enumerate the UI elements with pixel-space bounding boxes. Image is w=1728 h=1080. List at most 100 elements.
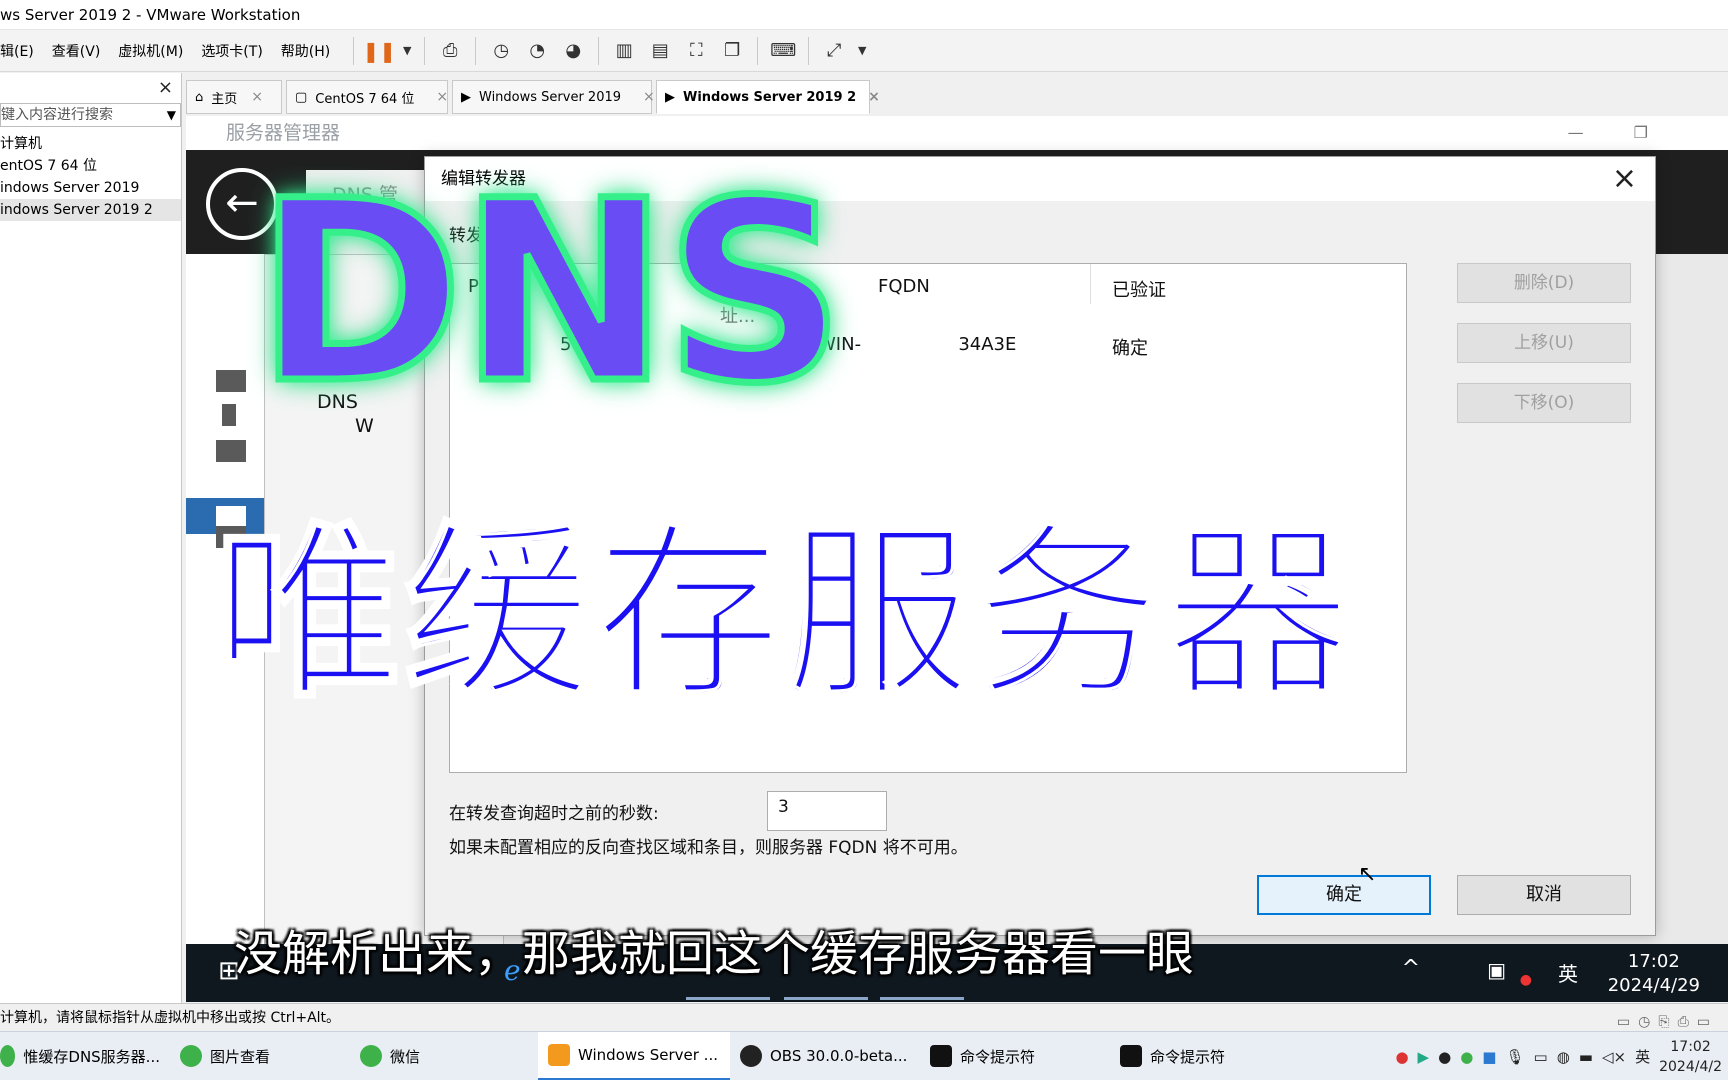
chevron-down-icon[interactable]: ▼: [400, 36, 414, 66]
task-label: 命令提示符: [960, 1047, 1036, 1066]
stretch-icon[interactable]: ⤢: [819, 36, 849, 66]
play-tray-icon[interactable]: ▶: [1418, 1048, 1430, 1066]
menu-vm[interactable]: 虚拟机(M): [109, 41, 192, 61]
thumbnail-view-icon[interactable]: ▤: [645, 36, 675, 66]
toolbar-separator: [353, 36, 355, 65]
snapshot-manager-icon[interactable]: ◕: [558, 36, 588, 66]
library-item-winserver-2019-2[interactable]: indows Server 2019 2: [0, 199, 181, 221]
overlay-cache-server-title: 唯缓存服务器: [213, 505, 1354, 724]
toolbar-separator: [757, 36, 759, 65]
battery-icon[interactable]: ▬: [1579, 1048, 1593, 1066]
globe-icon[interactable]: ◍: [1557, 1048, 1570, 1066]
close-icon[interactable]: ×: [158, 77, 173, 98]
chevron-down-icon[interactable]: ▼: [855, 36, 869, 66]
screen: ws Server 2019 2 - VMware Workstation 辑(…: [0, 0, 1728, 1080]
tab-home[interactable]: ⌂ 主页 ×: [186, 80, 282, 114]
network-icon[interactable]: ▣: [1487, 958, 1506, 982]
pause-icon[interactable]: ❚❚: [363, 36, 397, 66]
search-placeholder: 键入内容进行搜索: [1, 107, 113, 123]
library-item-winserver-2019[interactable]: indows Server 2019: [0, 177, 181, 199]
vm-running-icon: ▶: [461, 89, 471, 105]
mic-icon[interactable]: 🎙: [1505, 1048, 1524, 1066]
column-fqdn[interactable]: FQDN: [878, 276, 930, 297]
toolbar: ❚❚ ▼ ⎙ ◷ ◔ ◕ ▥ ▤ ⛶ ❐ ⌨ ⤢ ▼: [349, 36, 869, 66]
tab-centos[interactable]: ▢ CentOS 7 64 位 ×: [286, 80, 448, 114]
library-item-my-computer[interactable]: 计算机: [0, 133, 181, 155]
host-time: 17:02: [1670, 1038, 1711, 1055]
console-icon[interactable]: ⌨: [768, 36, 798, 66]
browser-icon: [0, 1045, 16, 1067]
menu-edit[interactable]: 辑(E): [0, 41, 43, 61]
video-subtitle: 没解析出来，那我就回这个缓存服务器看一眼: [234, 926, 1195, 982]
dashboard-icon[interactable]: [216, 370, 246, 392]
menu-view[interactable]: 查看(V): [43, 41, 110, 61]
library-item-centos[interactable]: entOS 7 64 位: [0, 155, 181, 177]
column-verified[interactable]: 已验证: [1112, 276, 1166, 302]
user-tray-icon[interactable]: ●: [1438, 1048, 1451, 1066]
speaker-muted-icon[interactable]: ◁×: [1602, 1048, 1626, 1066]
row-fqdn[interactable]: WIN- 34A3E: [818, 334, 1016, 355]
tab-label: 主页: [211, 91, 238, 107]
close-icon[interactable]: ×: [251, 89, 263, 105]
library-view-icon[interactable]: ▥: [609, 36, 639, 66]
unity-icon[interactable]: ❐: [717, 36, 747, 66]
menu-help[interactable]: 帮助(H): [272, 41, 339, 61]
column-separator: [1090, 264, 1091, 304]
all-servers-icon[interactable]: [216, 440, 246, 462]
local-server-icon[interactable]: [222, 404, 236, 426]
toolbar-separator: [808, 36, 810, 65]
host-taskbar: 惟缓存DNS服务器... 图片查看 微信 Windows Server ... …: [0, 1031, 1728, 1080]
display-icon[interactable]: ▭: [1534, 1048, 1548, 1066]
host-lang-indicator[interactable]: 英: [1635, 1046, 1650, 1067]
snapshot-revert-icon[interactable]: ◔: [522, 36, 552, 66]
move-up-button[interactable]: 上移(U): [1457, 323, 1631, 363]
task-label: 惟缓存DNS服务器...: [23, 1047, 160, 1066]
vm-running-icon: ▶: [665, 89, 675, 105]
app-tray-icon[interactable]: ●: [1395, 1048, 1408, 1066]
office-tray-icon[interactable]: ■: [1482, 1048, 1496, 1066]
host-task-cmd-1[interactable]: 命令提示符: [920, 1032, 1110, 1080]
menu-bar: 辑(E) 查看(V) 虚拟机(M) 选项卡(T) 帮助(H) ❚❚ ▼ ⎙ ◷ …: [0, 30, 1728, 72]
guest-lang-indicator[interactable]: 英: [1558, 958, 1578, 987]
cancel-button[interactable]: 取消: [1457, 875, 1631, 915]
library-search-input[interactable]: 键入内容进行搜索 ▼: [0, 103, 181, 127]
tab-winserver-2019[interactable]: ▶ Windows Server 2019 ×: [452, 80, 655, 114]
host-task-vmware[interactable]: Windows Server ...: [538, 1031, 730, 1080]
tab-label: CentOS 7 64 位: [315, 91, 415, 107]
close-icon[interactable]: ×: [1612, 159, 1637, 199]
wechat-icon: [360, 1045, 382, 1067]
cmd-icon: [1120, 1045, 1142, 1067]
library-pane: × 键入内容进行搜索 ▼ 计算机 entOS 7 64 位 indows Ser…: [0, 73, 182, 1003]
chevron-up-icon[interactable]: ^: [1402, 956, 1420, 981]
menu-tabs[interactable]: 选项卡(T): [192, 41, 271, 61]
vm-status-bar: 计算机，请将鼠标指针从虚拟机中移出或按 Ctrl+Alt。 ▭◷⎘⎙▭: [0, 1003, 1728, 1031]
vmware-icon: [548, 1043, 570, 1066]
library-header: ×: [0, 73, 181, 103]
snapshot-icon[interactable]: ◷: [486, 36, 516, 66]
host-task-cmd-2[interactable]: 命令提示符: [1110, 1032, 1290, 1080]
close-icon[interactable]: ×: [868, 89, 880, 105]
host-task-image-viewer[interactable]: 图片查看: [170, 1032, 350, 1080]
guest-clock[interactable]: 17:02 2024/4/29: [1608, 950, 1700, 998]
guest-time: 17:02: [1627, 951, 1680, 972]
error-badge-icon: ●: [1519, 972, 1532, 988]
send-keys-icon[interactable]: ⎙: [435, 36, 465, 66]
host-clock[interactable]: 17:02 2024/4/2: [1659, 1037, 1722, 1077]
guest-date: 2024/4/29: [1607, 975, 1700, 996]
close-icon[interactable]: ×: [436, 89, 448, 105]
ok-button[interactable]: 确定: [1257, 875, 1431, 915]
fullscreen-icon[interactable]: ⛶: [681, 36, 711, 66]
tab-winserver-2019-2[interactable]: ▶ Windows Server 2019 2 ×: [656, 80, 880, 114]
timeout-input[interactable]: 3: [767, 791, 887, 831]
vm-tabs: ⌂ 主页 × ▢ CentOS 7 64 位 × ▶ Windows Serve…: [186, 80, 1728, 116]
host-task-wechat[interactable]: 微信: [350, 1032, 538, 1080]
close-icon[interactable]: ×: [643, 89, 655, 105]
move-down-button[interactable]: 下移(O): [1457, 383, 1631, 423]
delete-button[interactable]: 删除(D): [1457, 263, 1631, 303]
mouse-cursor-icon: ↖: [1358, 862, 1377, 887]
wechat-tray-icon[interactable]: ●: [1460, 1048, 1473, 1066]
host-task-obs[interactable]: OBS 30.0.0-beta...: [730, 1032, 920, 1080]
host-task-browser[interactable]: 惟缓存DNS服务器...: [0, 1032, 170, 1080]
window-controls[interactable]: —❐: [1568, 116, 1698, 150]
chevron-down-icon[interactable]: ▼: [167, 104, 176, 126]
